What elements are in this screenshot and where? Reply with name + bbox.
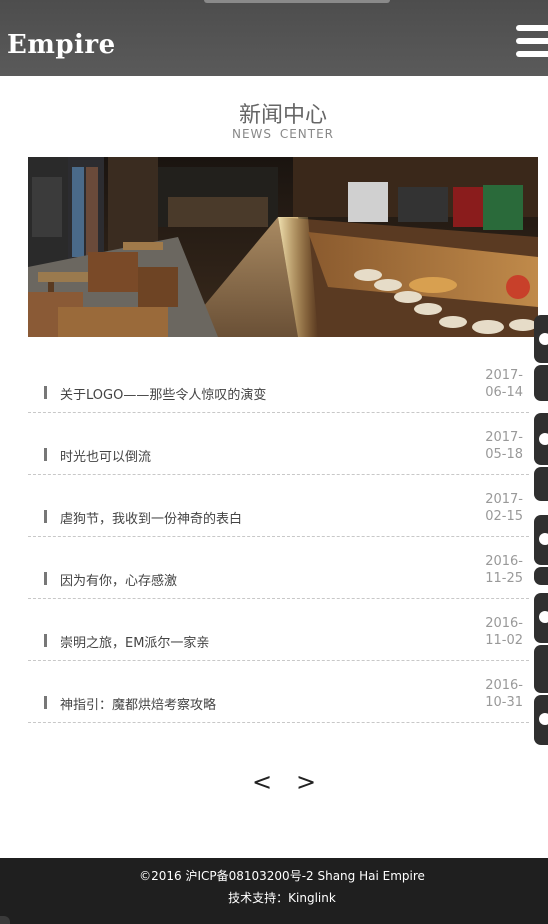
news-marker: [44, 510, 47, 523]
phone-icon: [539, 433, 548, 445]
news-marker: [44, 386, 47, 399]
news-title[interactable]: 时光也可以倒流: [60, 446, 151, 465]
pagination: < >: [250, 767, 330, 797]
news-date-year: 2017-: [485, 492, 523, 507]
news-date-monthday: 06-14: [485, 385, 523, 400]
side-tab-6[interactable]: [534, 567, 548, 585]
news-item[interactable]: 神指引：魔都烘焙考察攻略 2016- 10-31: [28, 661, 529, 723]
side-tab-wechat[interactable]: [534, 515, 548, 565]
side-tab-phone[interactable]: [534, 413, 548, 465]
side-tab-2[interactable]: [534, 365, 548, 401]
news-banner-image: [28, 157, 538, 337]
site-footer: ©2016 沪ICP备08103200号-2 Shang Hai Empire …: [0, 858, 548, 924]
side-tab-weibo[interactable]: [534, 593, 548, 643]
news-date-year: 2016-: [485, 554, 523, 569]
weibo-icon: [539, 611, 548, 623]
news-title[interactable]: 因为有你，心存感激: [60, 570, 177, 589]
news-marker: [44, 448, 47, 461]
news-title[interactable]: 关于LOGO——那些令人惊叹的演变: [60, 384, 266, 403]
news-item[interactable]: 崇明之旅，EM派尔一家亲 2016- 11-02: [28, 599, 529, 661]
wechat-icon: [539, 533, 548, 545]
news-item[interactable]: 时光也可以倒流 2017- 05-18: [28, 413, 529, 475]
site-header: Empire: [0, 0, 548, 76]
news-item[interactable]: 因为有你，心存感激 2016- 11-25: [28, 537, 529, 599]
section-title: 新闻中心: [238, 103, 327, 128]
news-date-year: 2016-: [485, 678, 523, 693]
side-tab-qq[interactable]: [534, 315, 548, 363]
news-title[interactable]: 神指引：魔都烘焙考察攻略: [60, 694, 216, 713]
news-marker: [44, 634, 47, 647]
qq-icon: [539, 333, 548, 345]
news-marker: [44, 696, 47, 709]
news-item[interactable]: 虐狗节，我收到一份神奇的表白 2017- 02-15: [28, 475, 529, 537]
news-list: 关于LOGO——那些令人惊叹的演变 2017- 06-14 时光也可以倒流 20…: [28, 351, 529, 723]
news-title[interactable]: 虐狗节，我收到一份神奇的表白: [60, 508, 242, 527]
news-title[interactable]: 崇明之旅，EM派尔一家亲: [60, 632, 209, 651]
corner-mark: [0, 916, 10, 924]
next-page-button[interactable]: >: [294, 767, 318, 797]
cafe-interior-illustration: [28, 157, 538, 337]
chat-bubble-icon: [539, 713, 548, 725]
side-tab-8[interactable]: [534, 645, 548, 693]
top-notch: [204, 0, 390, 3]
news-item[interactable]: 关于LOGO——那些令人惊叹的演变 2017- 06-14: [28, 351, 529, 413]
tech-support-text: 技术支持：Kinglink: [228, 891, 336, 905]
hamburger-menu-icon[interactable]: [516, 25, 548, 59]
copyright-text: ©2016 沪ICP备08103200号-2 Shang Hai Empire: [139, 869, 425, 883]
side-tab-chat[interactable]: [534, 695, 548, 745]
news-date-monthday: 10-31: [485, 695, 523, 710]
side-contact-tabs: [534, 315, 548, 745]
site-logo[interactable]: Empire: [7, 30, 116, 60]
news-date-year: 2016-: [485, 616, 523, 631]
news-date-monthday: 11-02: [485, 633, 523, 648]
prev-page-button[interactable]: <: [250, 767, 274, 797]
side-tab-4[interactable]: [534, 467, 548, 501]
section-subtitle: NEWS CENTER: [231, 127, 335, 141]
news-date-monthday: 05-18: [485, 447, 523, 462]
news-marker: [44, 572, 47, 585]
news-date-year: 2017-: [485, 368, 523, 383]
news-date-monthday: 11-25: [485, 571, 523, 586]
news-date-monthday: 02-15: [485, 509, 523, 524]
news-date-year: 2017-: [485, 430, 523, 445]
